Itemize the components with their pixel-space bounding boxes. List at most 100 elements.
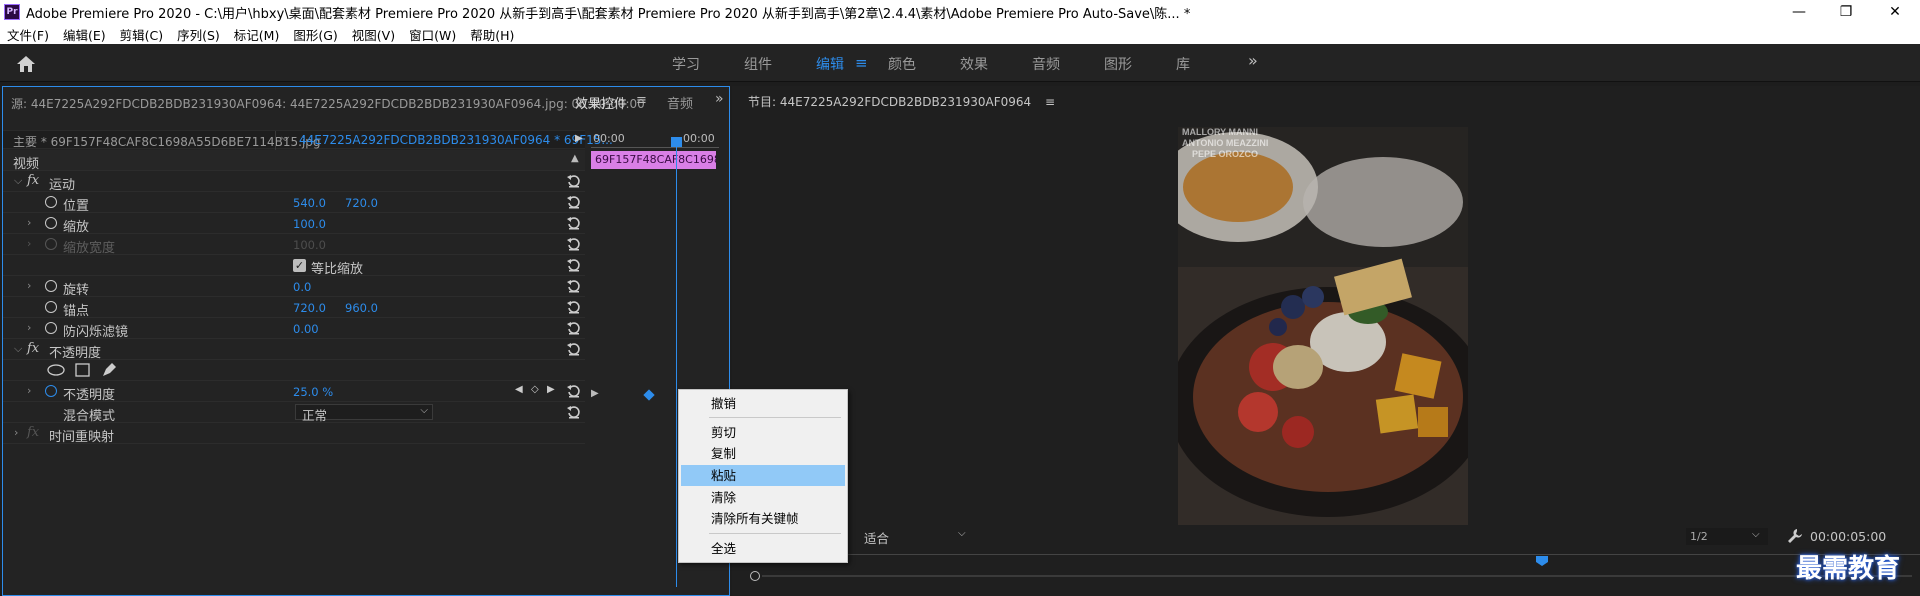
prev-keyframe-icon[interactable]: ◀ [515,384,523,395]
timeline-clip[interactable]: 69F157F48CAF8C1698A [591,151,716,169]
expand-chevron-icon[interactable]: › [27,279,31,292]
minimize-button[interactable]: — [1776,0,1822,24]
maximize-button[interactable]: ❐ [1823,0,1869,24]
stopwatch-icon[interactable] [45,322,57,334]
panel-menu-icon[interactable]: ≡ [1045,95,1055,109]
scale-value[interactable]: 100.0 [293,217,326,231]
expand-chevron-icon[interactable]: › [14,426,18,439]
workspace-tab-graphics[interactable]: 图形 [1104,54,1132,74]
program-scrub-bar[interactable] [762,575,1912,577]
tab-audio-mixer[interactable]: 音频 [667,93,693,112]
wrench-settings-icon[interactable] [1787,528,1803,544]
stopwatch-icon[interactable] [45,280,57,292]
menu-edit[interactable]: 编辑(E) [56,25,113,44]
menu-help[interactable]: 帮助(H) [463,25,521,44]
menu-item-paste[interactable]: 粘贴 [681,465,845,486]
playback-resolution-dropdown[interactable]: 1/2 ⌵ [1686,528,1768,545]
blend-mode-dropdown[interactable]: 正常 ⌵ [295,404,433,423]
position-y-value[interactable]: 720.0 [345,196,378,210]
reset-icon[interactable] [566,278,582,294]
reset-icon[interactable] [566,257,582,273]
expand-chevron-icon[interactable]: › [27,384,31,397]
stopwatch-icon[interactable] [45,196,57,208]
workspace-overflow-icon[interactable]: » [1248,51,1258,70]
menu-item-undo[interactable]: 撤销 [681,393,845,414]
reset-icon[interactable] [566,404,582,420]
reset-icon[interactable] [566,215,582,231]
menu-item-clear[interactable]: 清除 [681,487,845,508]
chevron-down-icon[interactable]: ⌵ [281,131,289,145]
close-button[interactable]: ✕ [1872,0,1918,24]
reset-icon[interactable] [566,194,582,210]
next-keyframe-icon[interactable]: ▶ [547,384,555,395]
reset-icon[interactable] [566,236,582,252]
panel-menu-icon[interactable]: ≡ [636,93,647,108]
workspace-tab-color[interactable]: 颜色 [888,54,916,74]
menu-item-clear-all-keyframes[interactable]: 清除所有关键帧 [681,508,845,529]
workspace-tab-audio[interactable]: 音频 [1032,54,1060,74]
menu-item-cut[interactable]: 剪切 [681,422,845,443]
uniform-scale-checkbox[interactable]: ✓ [293,259,306,272]
home-icon[interactable] [14,54,38,74]
keyframe-diamond-icon[interactable] [643,389,655,401]
position-x-value[interactable]: 540.0 [293,196,326,210]
collapse-up-icon[interactable]: ▲ [571,153,579,164]
rectangle-mask-icon[interactable] [75,363,90,377]
workspace-tab-editing[interactable]: 编辑 [816,54,844,74]
menu-item-select-all[interactable]: 全选 [681,538,845,559]
add-keyframe-icon[interactable]: ◇ [531,384,539,395]
program-time-ruler[interactable] [744,554,1920,555]
pen-mask-icon[interactable] [101,362,117,378]
ellipse-mask-icon[interactable] [47,364,65,376]
play-triangle-icon[interactable]: ▶ [575,133,583,144]
expand-chevron-icon[interactable]: ⌵ [14,174,22,188]
tab-effect-controls[interactable]: 效果控件 [575,93,627,112]
workspace-tab-libraries[interactable]: 库 [1176,54,1190,74]
playhead-icon[interactable] [671,137,682,147]
program-playhead-icon[interactable] [1536,556,1548,566]
reset-icon[interactable] [566,299,582,315]
menu-view[interactable]: 视图(V) [345,25,402,44]
stopwatch-active-icon[interactable] [45,385,57,397]
window-title: Adobe Premiere Pro 2020 - C:\用户\hbxy\桌面\… [26,6,1191,22]
menu-item-copy[interactable]: 复制 [681,443,845,464]
food-photo-illustration: MALLORY MANNI ANTONIO MEAZZINI PEPE OROZ… [1178,127,1468,525]
program-monitor-title[interactable]: 节目: 44E7225A292FDCDB2BDB231930AF0964 ≡ [748,93,1055,110]
position-label: 位置 [63,199,90,214]
program-preview-image[interactable]: MALLORY MANNI ANTONIO MEAZZINI PEPE OROZ… [1178,127,1468,525]
expand-chevron-icon: › [27,237,32,250]
reset-icon[interactable] [566,173,582,189]
stopwatch-icon[interactable] [45,301,57,313]
stopwatch-icon[interactable] [45,217,57,229]
fx-badge-icon[interactable]: fx [27,341,39,356]
anchor-y-value[interactable]: 960.0 [345,301,378,315]
menu-window[interactable]: 窗口(W) [402,25,463,44]
effect-controls-panel: 源: 44E7225A292FDCDB2BDB231930AF0964: 44E… [2,86,730,596]
menu-sequence[interactable]: 序列(S) [170,25,227,44]
workspace-tab-effects[interactable]: 效果 [960,54,988,74]
workspace-menu-icon[interactable]: ≡ [855,54,868,72]
panel-overflow-icon[interactable]: » [715,91,724,107]
anchor-x-value[interactable]: 720.0 [293,301,326,315]
in-point-icon[interactable] [750,571,760,581]
rotation-value[interactable]: 0.0 [293,280,311,294]
sequence-clip-label[interactable]: 44E7225A292FDCDB2BDB231930AF0964 * 69F15… [299,133,613,147]
opacity-value[interactable]: 25.0 % [293,385,333,399]
anti-flicker-value[interactable]: 0.00 [293,322,319,336]
reset-icon[interactable] [566,320,582,336]
menu-clip[interactable]: 剪辑(C) [113,25,170,44]
expand-chevron-icon[interactable]: › [27,321,31,334]
expand-chevron-icon[interactable]: ⌵ [14,342,22,356]
fx-badge-icon[interactable]: fx [27,173,39,188]
workspace-tab-assembly[interactable]: 组件 [744,54,772,74]
reset-icon[interactable] [566,383,582,399]
reset-icon[interactable] [566,341,582,357]
opacity-effect-row: ⌵ fx 不透明度 [3,339,585,361]
menu-file[interactable]: 文件(F) [0,25,56,44]
source-panel-title[interactable]: 源: 44E7225A292FDCDB2BDB231930AF0964: 44E… [11,95,645,112]
menu-markers[interactable]: 标记(M) [227,25,287,44]
zoom-fit-dropdown[interactable]: 适合 ⌵ [864,528,972,546]
expand-chevron-icon[interactable]: › [27,216,31,229]
workspace-tab-learn[interactable]: 学习 [672,54,700,74]
menu-graphics[interactable]: 图形(G) [286,25,344,44]
